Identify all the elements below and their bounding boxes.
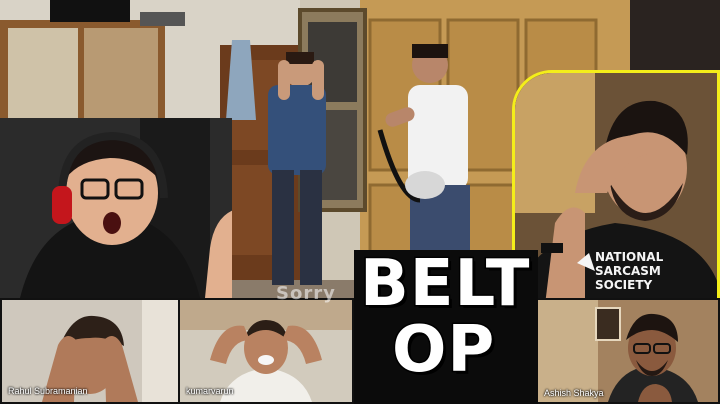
title-line2: OP <box>390 313 496 387</box>
participant-name-rahul: Rahul Subramanian <box>8 386 88 396</box>
participant-name-kumarvarun: kumarvarun <box>186 386 234 396</box>
streamer-webcam-top-left <box>0 118 232 300</box>
shirt-text-line3: SOCIETY <box>595 278 652 292</box>
participant-tile-ashish: Ashish Shakya <box>538 300 718 402</box>
shirt-text-line1: NATIONAL <box>595 250 664 264</box>
title-line1: BELT <box>358 247 531 321</box>
streamer-top-left-video <box>0 118 232 298</box>
participant-name-ashish: Ashish Shakya <box>544 388 604 398</box>
streamer-webcam-top-right: NATIONAL SARCASM SOCIETY <box>512 70 720 302</box>
shirt-text-line2: SARCASM <box>595 264 661 278</box>
streamer-top-right-video: NATIONAL SARCASM SOCIETY <box>515 73 717 299</box>
thumbnail-stage: NATIONAL SARCASM SOCIETY Rahul Subramani… <box>0 0 720 404</box>
participant-ashish-video <box>538 300 718 402</box>
watermark-text: Sorry <box>276 283 336 304</box>
participant-tile-kumarvarun: kumarvarun <box>180 300 352 402</box>
participant-tile-rahul: Rahul Subramanian <box>2 300 178 402</box>
